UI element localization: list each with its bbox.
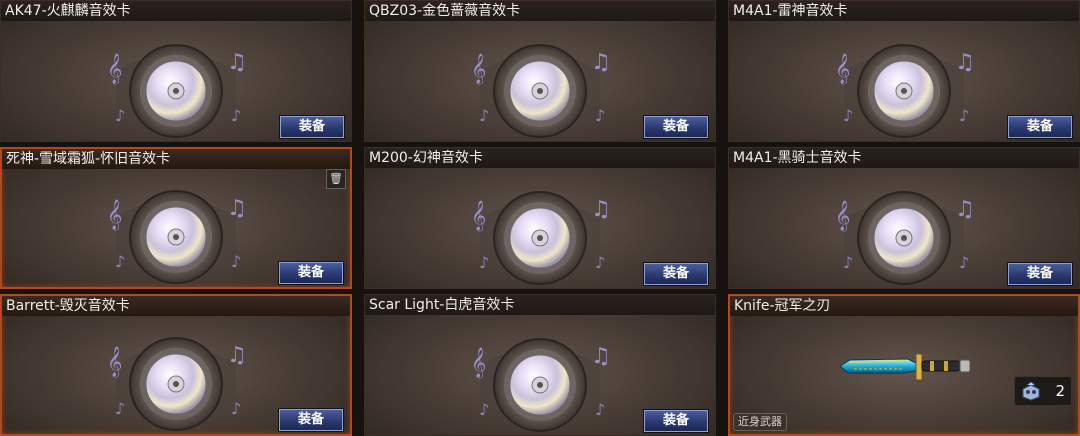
item-grid: AK47-火麒麟音效卡 装备 QBZ03-金色蔷薇音效卡 装备 M4A1-雷神音… bbox=[0, 0, 1080, 436]
item-title: Scar Light-白虎音效卡 bbox=[365, 295, 715, 315]
item-title: QBZ03-金色蔷薇音效卡 bbox=[365, 1, 715, 21]
music-disc-icon bbox=[101, 334, 251, 434]
music-disc-icon bbox=[465, 335, 615, 435]
item-count: 2 bbox=[1014, 376, 1072, 406]
item-card-qbz03[interactable]: QBZ03-金色蔷薇音效卡 装备 bbox=[364, 0, 716, 142]
item-card-m4a1-knight[interactable]: M4A1-黑骑士音效卡 装备 bbox=[728, 147, 1080, 289]
equip-button[interactable]: 装备 bbox=[280, 116, 344, 138]
item-title: M200-幻神音效卡 bbox=[365, 148, 715, 168]
item-card-reaper[interactable]: 死神-雪域霜狐-怀旧音效卡 🗑 装备 bbox=[0, 147, 352, 289]
equip-button[interactable]: 装备 bbox=[1008, 116, 1072, 138]
item-title: 死神-雪域霜狐-怀旧音效卡 bbox=[2, 149, 350, 169]
equip-button[interactable]: 装备 bbox=[644, 410, 708, 432]
item-category-tag: 近身武器 bbox=[733, 413, 787, 431]
item-card-knife[interactable]: Knife-冠军之刃 2 近身武器 bbox=[728, 294, 1080, 436]
item-title: AK47-火麒麟音效卡 bbox=[1, 1, 351, 21]
equip-button[interactable]: 装备 bbox=[1008, 263, 1072, 285]
item-title: M4A1-黑骑士音效卡 bbox=[729, 148, 1079, 168]
item-card-ak47[interactable]: AK47-火麒麟音效卡 装备 bbox=[0, 0, 352, 142]
music-disc-icon bbox=[829, 188, 979, 288]
box-icon bbox=[1022, 381, 1040, 401]
music-disc-icon bbox=[101, 187, 251, 287]
music-disc-icon bbox=[101, 41, 251, 141]
equip-button[interactable]: 装备 bbox=[644, 263, 708, 285]
item-card-barrett[interactable]: Barrett-毁灭音效卡 装备 bbox=[0, 294, 352, 436]
equip-button[interactable]: 装备 bbox=[279, 262, 343, 284]
item-card-scar-light[interactable]: Scar Light-白虎音效卡 装备 bbox=[364, 294, 716, 436]
music-disc-icon bbox=[465, 41, 615, 141]
music-disc-icon bbox=[465, 188, 615, 288]
trash-icon[interactable]: 🗑 bbox=[326, 169, 346, 189]
item-card-m200[interactable]: M200-幻神音效卡 装备 bbox=[364, 147, 716, 289]
equip-button[interactable]: 装备 bbox=[279, 409, 343, 431]
item-count-value: 2 bbox=[1055, 382, 1065, 400]
equip-button[interactable]: 装备 bbox=[644, 116, 708, 138]
item-card-m4a1-thor[interactable]: M4A1-雷神音效卡 装备 bbox=[728, 0, 1080, 142]
music-disc-icon bbox=[829, 41, 979, 141]
item-title: M4A1-雷神音效卡 bbox=[729, 1, 1079, 21]
item-title: Barrett-毁灭音效卡 bbox=[2, 296, 350, 316]
item-title: Knife-冠军之刃 bbox=[730, 296, 1078, 316]
knife-icon bbox=[839, 353, 971, 381]
